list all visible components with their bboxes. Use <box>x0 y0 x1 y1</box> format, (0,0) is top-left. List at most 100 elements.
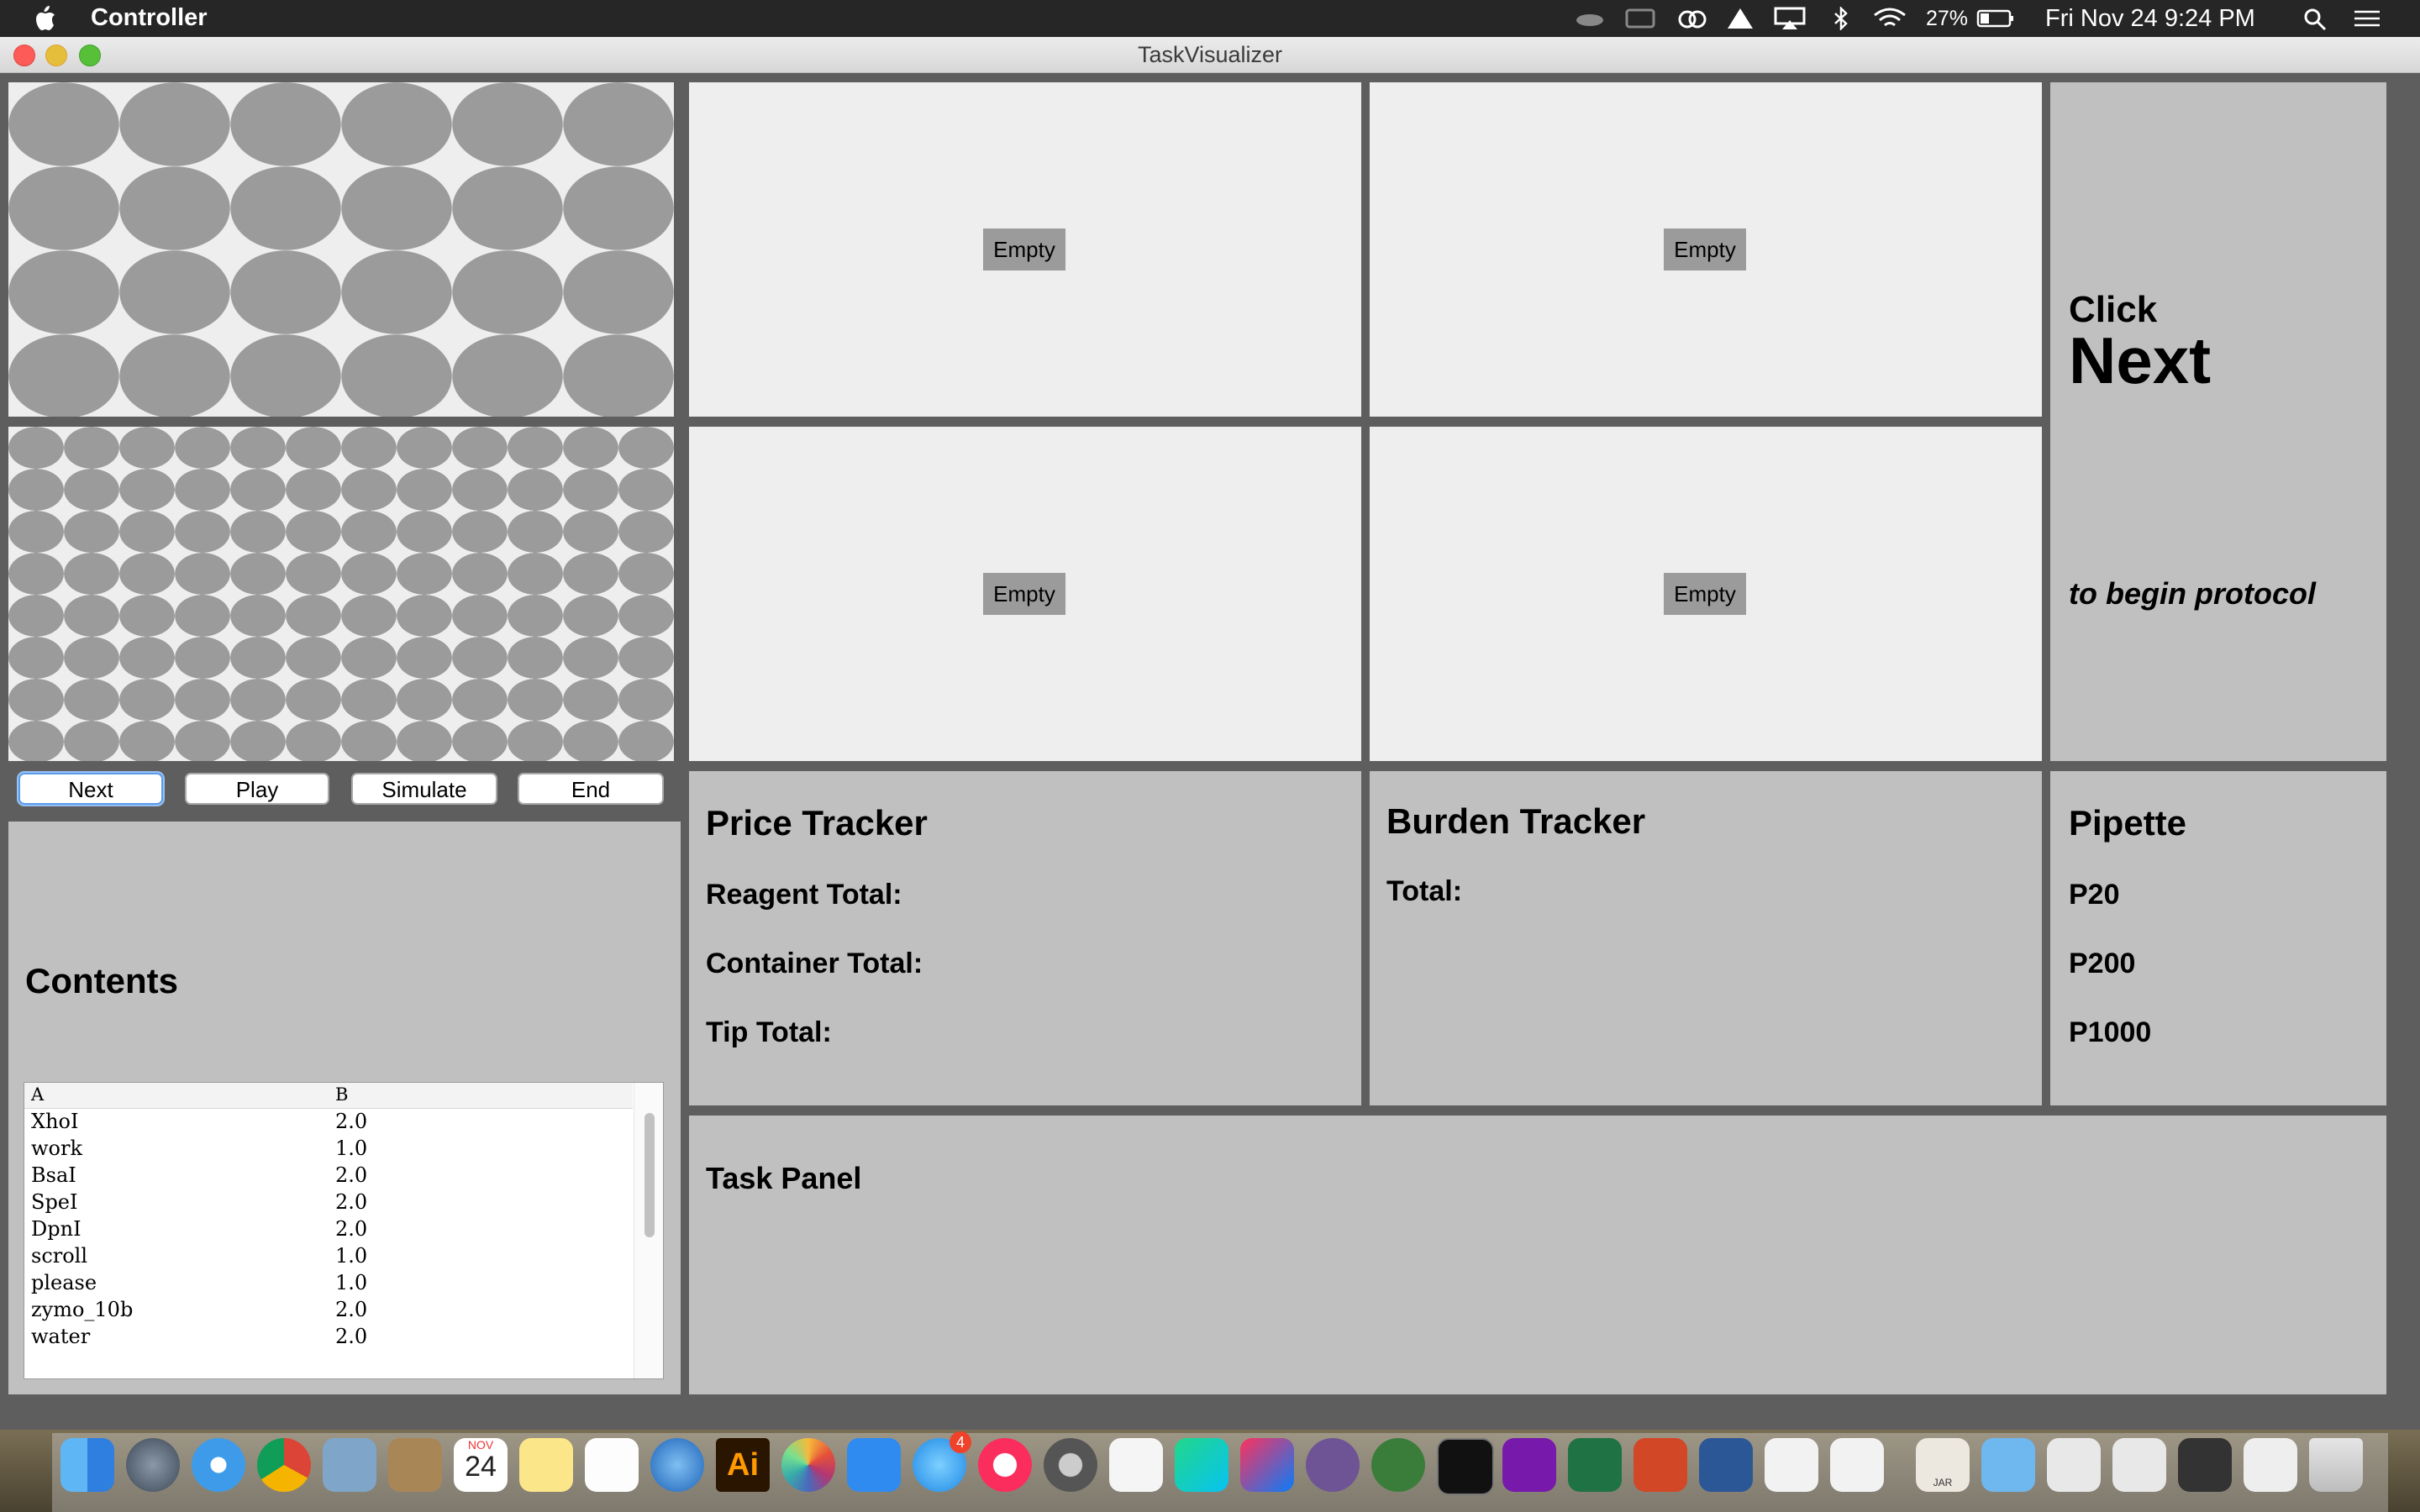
reagent-total-label: Reagent Total: <box>706 879 902 911</box>
table-row[interactable]: scroll 1.0 <box>24 1244 633 1271</box>
pipette-panel: Pipette P20 P200 P1000 <box>2050 771 2386 1105</box>
table-row[interactable]: XhoI 2.0 <box>24 1110 633 1137</box>
table-row[interactable]: water 2.0 <box>24 1325 633 1352</box>
pipette-p20[interactable]: P20 <box>2069 879 2120 911</box>
table-row[interactable]: please 1.0 <box>24 1271 633 1298</box>
play-button[interactable]: Play <box>185 773 329 805</box>
launchpad-icon[interactable] <box>126 1438 180 1492</box>
deck-slot-2[interactable]: Empty <box>1370 82 2042 417</box>
trash-icon[interactable] <box>2309 1438 2363 1492</box>
cell-b: 2.0 <box>335 1217 368 1241</box>
google-drive-icon[interactable] <box>1726 7 1754 30</box>
table-row[interactable]: SpeI 2.0 <box>24 1190 633 1217</box>
jar-file-icon[interactable]: JAR <box>1916 1438 1970 1492</box>
pycharm-icon[interactable] <box>1175 1438 1228 1492</box>
next-button[interactable]: Next <box>18 773 163 805</box>
wifi-icon[interactable] <box>1872 7 1907 30</box>
burden-tracker-title: Burden Tracker <box>1386 801 1646 841</box>
downloads-folder-icon[interactable] <box>1981 1438 2035 1492</box>
table-row[interactable]: BsaI 2.0 <box>24 1163 633 1190</box>
globe-icon[interactable] <box>650 1438 704 1492</box>
deck-slot-1[interactable]: Empty <box>689 82 1361 417</box>
recent-window-thumbnail-icon[interactable] <box>2112 1438 2166 1492</box>
task-panel: Task Panel <box>689 1116 2386 1394</box>
powerpoint-icon[interactable] <box>1634 1438 1687 1492</box>
ibooks-icon[interactable] <box>847 1438 901 1492</box>
cloud-status-icon[interactable] <box>1573 7 1607 30</box>
pipette-p200[interactable]: P200 <box>2069 948 2135 980</box>
word-icon[interactable] <box>1699 1438 1753 1492</box>
pymol-icon[interactable] <box>1371 1438 1425 1492</box>
apple-menu-icon[interactable] <box>32 5 57 32</box>
empty-label: Empty <box>983 573 1065 615</box>
app-menu-name[interactable]: Controller <box>91 4 208 32</box>
task-visualizer-window: TaskVisualizer Next Play Simulate End Em… <box>0 37 2420 1430</box>
contacts-icon[interactable] <box>388 1438 442 1492</box>
simulate-button[interactable]: Simulate <box>351 773 497 805</box>
textedit-icon[interactable] <box>1765 1438 1818 1492</box>
contents-table[interactable]: A B XhoI 2.0 work 1.0 BsaI 2.0 SpeI 2.0 DpnI… <box>24 1082 664 1379</box>
excel-icon[interactable] <box>1568 1438 1622 1492</box>
deck-slot-3[interactable]: Empty <box>689 427 1361 761</box>
table-row[interactable]: zymo_10b 2.0 <box>24 1298 633 1325</box>
table-row[interactable]: work 1.0 <box>24 1137 633 1163</box>
cell-a: SpeI <box>31 1190 78 1214</box>
cell-a: BsaI <box>31 1163 76 1187</box>
cell-b: 2.0 <box>335 1190 368 1214</box>
terminal-icon[interactable] <box>1437 1438 1494 1495</box>
battery-percent: 27% <box>1926 7 1969 30</box>
scrivener-icon[interactable] <box>1109 1438 1163 1492</box>
burden-total-label: Total: <box>1386 875 1463 907</box>
recent-window-thumbnail-icon[interactable] <box>2047 1438 2101 1492</box>
menu-clock[interactable]: Fri Nov 24 9:24 PM <box>2045 5 2255 33</box>
java-icon[interactable] <box>1830 1438 1884 1492</box>
chrome-icon[interactable] <box>257 1438 311 1492</box>
cell-a: work <box>31 1137 83 1160</box>
cell-b: 1.0 <box>335 1137 368 1160</box>
dock: NOV 24 Ai 4 JAR <box>0 1430 2420 1512</box>
safari-icon[interactable] <box>192 1438 245 1492</box>
intellij-icon[interactable] <box>1240 1438 1294 1492</box>
well-plate-96[interactable] <box>8 82 674 417</box>
table-scrollbar[interactable] <box>634 1083 663 1378</box>
airplay-icon[interactable] <box>1773 7 1807 30</box>
spotlight-search-icon[interactable] <box>2302 7 2328 30</box>
instruction-panel: Click Next to begin protocol <box>2050 82 2386 761</box>
notification-center-icon[interactable] <box>2349 7 2383 30</box>
column-header-b[interactable]: B <box>335 1084 348 1105</box>
container-total-label: Container Total: <box>706 948 923 979</box>
photos-icon[interactable] <box>781 1438 835 1492</box>
finder-icon[interactable] <box>60 1438 114 1492</box>
creative-cloud-icon[interactable] <box>1676 7 1709 30</box>
instruction-detail: to begin protocol <box>2069 576 2316 611</box>
onenote-icon[interactable] <box>1502 1438 1556 1492</box>
pipette-p1000[interactable]: P1000 <box>2069 1016 2151 1049</box>
deck-slot-4[interactable]: Empty <box>1370 427 2042 761</box>
reminders-icon[interactable] <box>585 1438 639 1492</box>
column-header-a[interactable]: A <box>31 1084 44 1105</box>
messages-icon[interactable]: 4 <box>913 1431 971 1492</box>
recent-window-thumbnail-icon[interactable] <box>2178 1438 2232 1492</box>
end-button[interactable]: End <box>518 773 664 805</box>
well-plate-384[interactable] <box>8 427 674 761</box>
calendar-icon[interactable]: NOV 24 <box>454 1438 508 1492</box>
bluetooth-icon[interactable] <box>1830 7 1852 30</box>
cell-b: 2.0 <box>335 1110 368 1133</box>
system-preferences-icon[interactable] <box>1044 1438 1097 1492</box>
cell-b: 2.0 <box>335 1163 368 1187</box>
table-header: A B <box>24 1083 633 1109</box>
table-row[interactable]: DpnI 2.0 <box>24 1217 633 1244</box>
display-mirror-icon[interactable] <box>1623 7 1657 30</box>
jar-label: JAR <box>1933 1477 1953 1488</box>
github-desktop-icon[interactable] <box>1306 1438 1360 1492</box>
cell-a: please <box>31 1271 97 1294</box>
illustrator-icon[interactable]: Ai <box>716 1438 770 1492</box>
battery-icon[interactable] <box>1976 7 2015 30</box>
cell-a: zymo_10b <box>31 1298 134 1321</box>
itunes-icon[interactable] <box>978 1438 1032 1492</box>
recent-window-thumbnail-icon[interactable] <box>2244 1438 2297 1492</box>
mail-icon[interactable] <box>323 1438 376 1492</box>
title-bar[interactable]: TaskVisualizer <box>0 37 2420 73</box>
scrollbar-thumb[interactable] <box>644 1113 655 1237</box>
notes-icon[interactable] <box>519 1438 573 1492</box>
